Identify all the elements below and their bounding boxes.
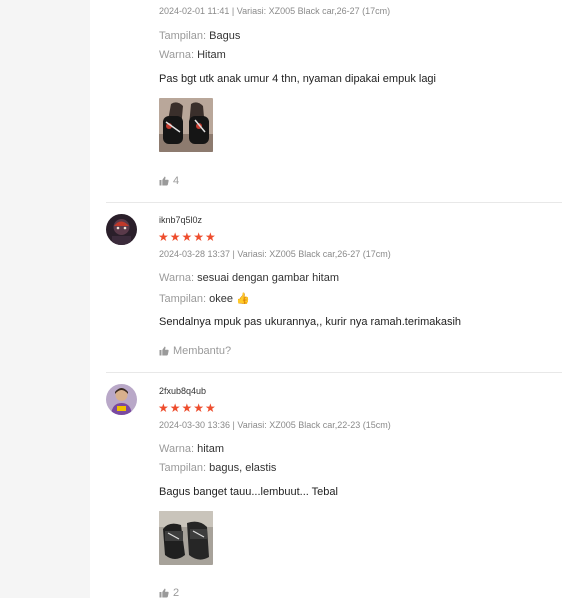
- user-avatar-image: [106, 384, 137, 415]
- sandal-photo-2: [159, 511, 213, 565]
- review-text: Pas bgt utk anak umur 4 thn, nyaman dipa…: [159, 73, 436, 85]
- like-count: 2: [173, 587, 180, 599]
- attr-value: okee 👍: [209, 293, 250, 305]
- reviews-panel: 2024-02-01 11:41 | Variasi: XZ005 Black …: [90, 0, 562, 599]
- divider: [106, 202, 562, 203]
- thumb-up-icon: [159, 176, 169, 186]
- like-button[interactable]: 2: [159, 587, 179, 599]
- attr-label: Tampilan:: [159, 30, 207, 42]
- review-text: Sendalnya mpuk pas ukurannya,, kurir nya…: [159, 316, 462, 328]
- attr-label: Warna:: [159, 272, 195, 284]
- review-attr: Warna: sesuai dengan gambar hitam: [159, 272, 339, 284]
- helpful-label: Membantu?: [173, 345, 232, 357]
- attr-label: Warna:: [159, 49, 195, 61]
- user-avatar-image: [106, 214, 137, 245]
- like-count: 4: [173, 175, 180, 187]
- attr-value: hitam: [197, 443, 225, 455]
- attr-label: Tampilan:: [159, 293, 207, 305]
- left-gutter: [0, 0, 90, 598]
- thumb-up-icon: [159, 346, 169, 356]
- review-photo[interactable]: [159, 98, 213, 152]
- username: 2fxub8q4ub: [159, 386, 207, 396]
- rating-stars: ★★★★★: [158, 230, 217, 244]
- attr-value: bagus, elastis: [209, 462, 277, 474]
- rating-stars: ★★★★★: [158, 401, 217, 415]
- review-attr: Warna: hitam: [159, 443, 224, 455]
- review-attr: Tampilan: bagus, elastis: [159, 462, 276, 474]
- attr-label: Warna:: [159, 443, 195, 455]
- review-text: Bagus banget tauu...lembuut... Tebal: [159, 486, 338, 498]
- avatar[interactable]: [106, 214, 137, 245]
- review-attr: Tampilan: okee 👍: [159, 292, 250, 305]
- review-attr: Warna: Hitam: [159, 49, 226, 61]
- attr-value: Bagus: [209, 30, 241, 42]
- avatar[interactable]: [106, 384, 137, 415]
- review-meta: 2024-02-01 11:41 | Variasi: XZ005 Black …: [159, 6, 391, 16]
- review-photo[interactable]: [159, 511, 213, 565]
- sandal-photo-1: [159, 98, 213, 152]
- review-meta: 2024-03-30 13:36 | Variasi: XZ005 Black …: [159, 420, 391, 430]
- helpful-button[interactable]: Membantu?: [159, 345, 231, 357]
- like-button[interactable]: 4: [159, 175, 179, 187]
- thumb-up-icon: [159, 588, 169, 598]
- attr-value: Hitam: [197, 49, 226, 61]
- divider: [106, 372, 562, 373]
- review-attr: Tampilan: Bagus: [159, 30, 240, 42]
- review-meta: 2024-03-28 13:37 | Variasi: XZ005 Black …: [159, 249, 391, 259]
- attr-label: Tampilan:: [159, 462, 207, 474]
- attr-value: sesuai dengan gambar hitam: [197, 272, 339, 284]
- username: iknb7q5l0z: [159, 215, 203, 225]
